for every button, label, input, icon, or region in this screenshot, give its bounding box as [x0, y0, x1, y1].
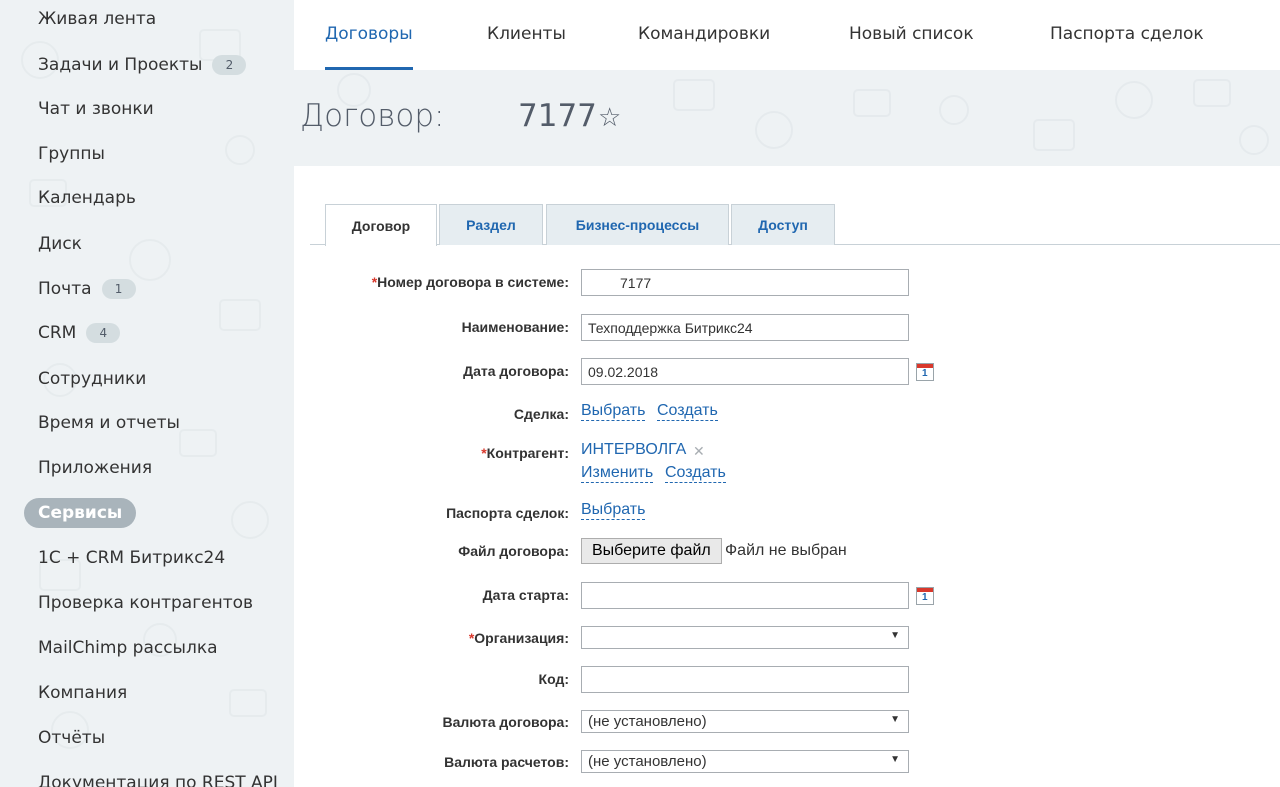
sidebar-item-label: Сотрудники	[38, 369, 147, 389]
sidebar-item-label: Компания	[38, 683, 128, 703]
tab-new-list[interactable]: Новый список	[849, 24, 974, 70]
contractor-change-link[interactable]: Изменить	[581, 464, 654, 483]
calendar-icon[interactable]: 1	[916, 363, 934, 381]
sidebar-item-disk[interactable]: Диск	[38, 229, 82, 259]
sidebar-item-reports[interactable]: Отчёты	[38, 723, 105, 753]
organization-label: *Организация:	[469, 630, 569, 646]
deal-label: Сделка:	[513, 406, 569, 422]
deal-select-link[interactable]: Выбрать	[581, 402, 646, 421]
select-value: (не установлено)	[588, 753, 707, 770]
tab-deal-passports[interactable]: Паспорта сделок	[1050, 24, 1204, 70]
field-label-text: Контрагент:	[486, 445, 569, 461]
page-header: Договор: 7177 ☆	[294, 70, 1280, 166]
settlement-currency-select[interactable]: (не установлено) ▼	[581, 750, 909, 773]
contract-file-label: Файл договора:	[458, 543, 569, 559]
deal-passports-select-link[interactable]: Выбрать	[581, 501, 646, 520]
sidebar-item-tasks[interactable]: Задачи и Проекты 2	[38, 50, 247, 80]
name-label: Наименование:	[461, 319, 569, 335]
tab-clients[interactable]: Клиенты	[487, 24, 566, 70]
code-input[interactable]	[581, 666, 909, 693]
start-date-input[interactable]	[581, 582, 909, 609]
sidebar-item-1c-crm[interactable]: 1С + CRM Битрикс24	[38, 543, 225, 573]
left-sidebar: Живая лента Задачи и Проекты 2 Чат и звон…	[0, 0, 294, 787]
sidebar-item-crm[interactable]: CRM 4	[38, 318, 121, 348]
sidebar-item-label: Отчёты	[38, 728, 106, 748]
sidebar-item-calendar[interactable]: Календарь	[38, 183, 136, 213]
file-status-text: Файл не выбран	[725, 542, 847, 559]
star-outline-icon[interactable]: ☆	[598, 102, 621, 133]
sidebar-item-time-reports[interactable]: Время и отчеты	[38, 408, 180, 438]
sidebar-item-label: Проверка контрагентов	[38, 593, 254, 613]
sidebar-item-feed[interactable]: Живая лента	[38, 4, 156, 34]
sidebar-item-company[interactable]: Компания	[38, 678, 127, 708]
calendar-icon[interactable]: 1	[916, 587, 934, 605]
tab-contracts[interactable]: Договоры	[325, 24, 413, 70]
counter-badge: 4	[86, 323, 121, 343]
sidebar-item-mail[interactable]: Почта 1	[38, 274, 136, 304]
contract-currency-select[interactable]: (не установлено) ▼	[581, 710, 909, 733]
top-navigation: Договоры Клиенты Командировки Новый спис…	[294, 0, 1280, 70]
contractor-label: *Контрагент:	[481, 445, 569, 461]
organization-select[interactable]: ▼	[581, 626, 909, 649]
select-value: (не установлено)	[588, 713, 707, 730]
form-tab-section[interactable]: Раздел	[439, 204, 543, 245]
start-date-label: Дата старта:	[482, 587, 569, 603]
settlement-currency-label: Валюта расчетов:	[444, 754, 569, 770]
sidebar-item-services[interactable]: Сервисы	[24, 498, 137, 528]
choose-file-button[interactable]: Выберите файл	[581, 538, 722, 564]
deal-passports-label: Паспорта сделок:	[446, 505, 569, 521]
form-tab-bar: Договор Раздел Бизнес-процессы Доступ	[310, 204, 1280, 246]
sidebar-item-label: Задачи и Проекты	[38, 55, 203, 75]
sidebar-item-label: Время и отчеты	[38, 413, 180, 433]
contract-currency-label: Валюта договора:	[442, 714, 569, 730]
tab-business-trips[interactable]: Командировки	[638, 24, 770, 70]
sidebar-item-employees[interactable]: Сотрудники	[38, 364, 146, 394]
form-tab-contract[interactable]: Договор	[325, 204, 437, 246]
contractor-create-link[interactable]: Создать	[665, 464, 726, 483]
sidebar-item-groups[interactable]: Группы	[38, 139, 105, 169]
dropdown-arrow-icon: ▼	[890, 714, 900, 725]
contract-date-label: Дата договора:	[463, 363, 569, 379]
contract-number-input[interactable]: 7177	[581, 269, 909, 296]
counter-badge: 1	[101, 279, 136, 299]
dropdown-arrow-icon: ▼	[890, 630, 900, 641]
contract-number-title: 7177	[518, 98, 597, 134]
sidebar-item-label: Чат и звонки	[38, 99, 154, 119]
name-input[interactable]: Техподдержка Битрикс24	[581, 314, 909, 341]
form-container: Договор Раздел Бизнес-процессы Доступ *Н…	[294, 166, 1280, 787]
sidebar-item-label: Живая лента	[38, 9, 157, 29]
sidebar-item-label: 1С + CRM Битрикс24	[38, 548, 226, 568]
contractor-value[interactable]: ИНТЕРВОЛГА	[581, 441, 686, 459]
sidebar-item-label: Приложения	[38, 458, 153, 478]
sidebar-item-label: Почта	[38, 279, 92, 299]
page-title: Договор:	[300, 98, 445, 134]
sidebar-item-label: MailChimp рассылка	[38, 638, 218, 658]
sidebar-item-label: Календарь	[38, 188, 136, 208]
form-tab-business-processes[interactable]: Бизнес-процессы	[546, 204, 729, 245]
sidebar-item-rest-docs[interactable]: Документация по REST API	[38, 768, 278, 787]
sidebar-item-label: Диск	[38, 234, 82, 254]
sidebar-item-mailchimp[interactable]: MailChimp рассылка	[38, 633, 218, 663]
form-tab-access[interactable]: Доступ	[731, 204, 835, 245]
sidebar-item-label: Сервисы	[38, 503, 123, 523]
field-label-text: Организация:	[474, 630, 569, 646]
dropdown-arrow-icon: ▼	[890, 754, 900, 765]
sidebar-item-apps[interactable]: Приложения	[38, 453, 152, 483]
sidebar-item-label: CRM	[38, 323, 77, 343]
field-label-text: Номер договора в системе:	[377, 274, 569, 290]
sidebar-item-label: Группы	[38, 144, 105, 164]
deal-create-link[interactable]: Создать	[657, 402, 718, 421]
counter-badge: 2	[212, 55, 247, 75]
contract-date-input[interactable]: 09.02.2018	[581, 358, 909, 385]
sidebar-item-chat[interactable]: Чат и звонки	[38, 94, 154, 124]
code-label: Код:	[538, 671, 569, 687]
remove-icon[interactable]: ✕	[693, 443, 705, 460]
sidebar-item-label: Документация по REST API	[38, 773, 278, 787]
contract-number-label: *Номер договора в системе:	[372, 274, 569, 290]
sidebar-item-contractor-check[interactable]: Проверка контрагентов	[38, 588, 253, 618]
